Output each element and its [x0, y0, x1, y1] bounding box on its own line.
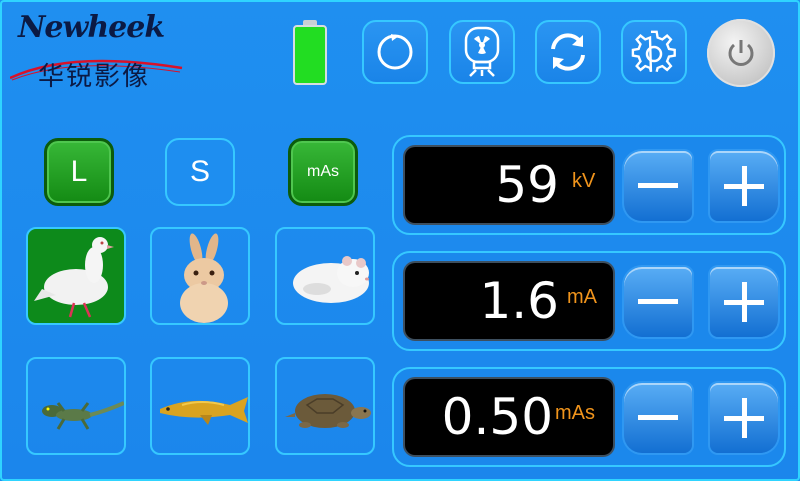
mode-s-label: S [189, 155, 210, 188]
ma-unit: mA [567, 286, 597, 308]
lizard-icon [42, 401, 124, 430]
gear-icon [631, 30, 676, 73]
ma-readout: 1.6 mA [405, 263, 613, 339]
ma-value: 1.6 [479, 272, 559, 330]
ma-increase-button[interactable] [710, 267, 778, 337]
circle-reset-icon [377, 34, 413, 70]
turtle-icon [285, 394, 371, 428]
radiation-button[interactable] [449, 20, 515, 84]
mas-value: 0.50 [441, 388, 553, 446]
mode-l-button[interactable]: L [44, 138, 114, 206]
minus-icon [638, 183, 678, 188]
brand-logo: Newheek 华锐影像 [10, 6, 185, 96]
mode-mas-button[interactable]: mAs [288, 138, 358, 206]
radiation-tube-icon [464, 26, 500, 77]
battery-icon [293, 25, 327, 85]
mas-increase-button[interactable] [710, 383, 778, 453]
animal-rabbit-button[interactable] [150, 227, 250, 325]
mas-panel: 0.50 mAs [392, 367, 786, 467]
kv-panel: 59 kV [392, 135, 786, 235]
mas-unit: mAs [555, 402, 595, 424]
kv-readout: 59 kV [405, 147, 613, 223]
mode-s-button[interactable]: S [165, 138, 235, 206]
refresh-button[interactable] [535, 20, 601, 84]
ma-decrease-button[interactable] [624, 267, 692, 337]
kv-value: 59 [495, 156, 559, 214]
rabbit-icon [180, 233, 228, 323]
animal-hamster-button[interactable] [275, 227, 375, 325]
arowana-fish-icon [160, 397, 248, 425]
animal-turtle-button[interactable] [275, 357, 375, 455]
animal-arowana-button[interactable] [150, 357, 250, 455]
ma-panel: 1.6 mA [392, 251, 786, 351]
reset-button[interactable] [362, 20, 428, 84]
mas-decrease-button[interactable] [624, 383, 692, 453]
minus-icon [638, 299, 678, 304]
animal-pigeon-button[interactable] [26, 227, 126, 325]
power-button[interactable] [707, 19, 775, 87]
kv-increase-button[interactable] [710, 151, 778, 221]
settings-button[interactable] [621, 20, 687, 84]
refresh-icon [551, 33, 585, 71]
animal-lizard-button[interactable] [26, 357, 126, 455]
hamster-icon [293, 256, 369, 303]
plus-icon [724, 398, 764, 438]
kv-decrease-button[interactable] [624, 151, 692, 221]
mas-readout: 0.50 mAs [405, 379, 613, 455]
battery-indicator [293, 20, 327, 86]
brand-name-cn: 华锐影像 [38, 62, 151, 92]
pigeon-icon [34, 237, 114, 318]
kv-unit: kV [572, 170, 596, 192]
plus-icon [724, 166, 764, 206]
brand-name-en: Newheek [18, 10, 165, 45]
plus-icon [724, 282, 764, 322]
minus-icon [638, 415, 678, 420]
power-icon [728, 40, 754, 66]
mode-mas-label: mAs [307, 163, 339, 180]
mode-l-label: L [70, 155, 88, 188]
